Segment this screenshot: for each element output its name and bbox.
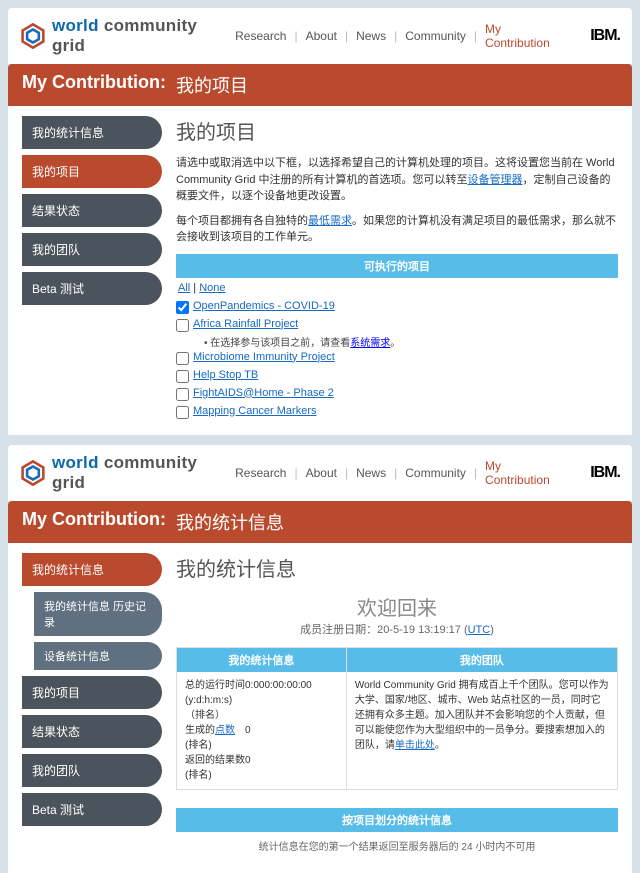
projects-header: 可执行的项目	[176, 254, 618, 278]
intro-para-1: 请选中或取消选中以下框，以选择希望自己的计算机处理的项目。这将设置您当前在 Wo…	[176, 155, 618, 205]
main-heading: 我的项目	[176, 116, 618, 145]
sys-req-link[interactable]: 系统需求	[350, 338, 390, 349]
logo-text: world community grid	[52, 16, 235, 56]
project-note: • 在选择参与该项目之前，请查看系统需求。	[176, 334, 618, 349]
footer-note: 统计信息在您的第一个结果返回至服务器后的 24 小时内不可用	[176, 832, 618, 859]
project-checkbox[interactable]	[176, 388, 189, 401]
title-text: 我的项目	[176, 72, 248, 98]
nav-news[interactable]: News	[356, 466, 386, 480]
sidebar-item[interactable]: 我的统计信息	[22, 553, 162, 586]
nav-my-contribution[interactable]: My Contribution	[485, 459, 568, 487]
sidebar: 我的统计信息我的项目结果状态我的团队 Beta 测试	[22, 116, 162, 421]
page-title-bar: My Contribution: 我的项目	[8, 64, 632, 106]
title-text: 我的统计信息	[176, 509, 284, 535]
project-link[interactable]: Help Stop TB	[193, 369, 258, 381]
ibm-logo: IBM.	[590, 27, 620, 45]
search-teams-link[interactable]: 单击此处	[395, 740, 435, 751]
stat-link[interactable]: 点数	[215, 725, 235, 736]
logo[interactable]: world community grid	[20, 453, 235, 493]
nav-research[interactable]: Research	[235, 29, 286, 43]
sidebar-item[interactable]: 我的项目	[22, 155, 162, 188]
project-row: OpenPandemics - COVID-19	[176, 298, 618, 316]
logo-icon	[20, 23, 46, 49]
sidebar-item[interactable]: 我的统计信息 历史记录	[34, 592, 162, 636]
nav-research[interactable]: Research	[235, 466, 286, 480]
device-manager-link[interactable]: 设备管理器	[468, 174, 523, 186]
stat-row: （排名）	[185, 708, 338, 723]
project-checkbox[interactable]	[176, 301, 189, 314]
main-heading: 我的统计信息	[176, 553, 618, 582]
project-row: Mapping Cancer Markers	[176, 403, 618, 421]
my-team-header: 我的团队	[347, 648, 617, 672]
sidebar-item[interactable]: 我的项目	[22, 676, 162, 709]
intro-para-2: 每个项目都拥有各自独特的最低需求。如果您的计算机没有满足项目的最低需求，那么就不…	[176, 213, 618, 246]
ibm-logo: IBM.	[590, 464, 620, 482]
my-stats-header: 我的统计信息	[177, 648, 346, 672]
sidebar-item[interactable]: 我的团队	[22, 233, 162, 266]
stat-row: 生成的点数 (排名)0	[185, 723, 338, 753]
nav-my-contribution[interactable]: My Contribution	[485, 22, 568, 50]
project-row: FightAIDS@Home - Phase 2	[176, 385, 618, 403]
project-row: Microbiome Immunity Project	[176, 349, 618, 367]
logo-text: world community grid	[52, 453, 235, 493]
nav-news[interactable]: News	[356, 29, 386, 43]
per-project-stats-header: 按项目划分的统计信息	[176, 808, 618, 832]
nav-community[interactable]: Community	[405, 466, 466, 480]
sidebar-item[interactable]: Beta 测试	[22, 272, 162, 305]
project-checkbox[interactable]	[176, 352, 189, 365]
project-row: Africa Rainfall Project	[176, 316, 618, 334]
my-team-body: World Community Grid 拥有成百上千个团队。您可以作为大学、国…	[347, 672, 617, 759]
nav-about[interactable]: About	[306, 29, 337, 43]
min-req-link[interactable]: 最低需求	[308, 215, 352, 227]
sidebar: 我的统计信息我的统计信息 历史记录设备统计信息我的项目结果状态我的团队 Beta …	[22, 553, 162, 859]
title-prefix: My Contribution:	[22, 72, 166, 98]
main-nav: Research|About|News|Community|My Contrib…	[235, 459, 620, 487]
project-link[interactable]: Mapping Cancer Markers	[193, 405, 317, 417]
logo[interactable]: world community grid	[20, 16, 235, 56]
project-list: OpenPandemics - COVID-19 Africa Rainfall …	[176, 298, 618, 421]
project-checkbox[interactable]	[176, 370, 189, 383]
project-checkbox[interactable]	[176, 406, 189, 419]
project-link[interactable]: Africa Rainfall Project	[193, 318, 298, 330]
nav-community[interactable]: Community	[405, 29, 466, 43]
project-link[interactable]: OpenPandemics - COVID-19	[193, 300, 335, 312]
sidebar-item[interactable]: 结果状态	[22, 194, 162, 227]
project-checkbox[interactable]	[176, 319, 189, 332]
sidebar-item[interactable]: 结果状态	[22, 715, 162, 748]
page-title-bar: My Contribution: 我的统计信息	[8, 501, 632, 543]
filter-links: All | None	[176, 278, 618, 298]
my-stats-body: 总的运行时间 (y:d:h:m:s)0:000:00:00:00（排名）生成的点…	[177, 672, 346, 789]
stat-row: 返回的结果数 (排名)0	[185, 753, 338, 783]
title-prefix: My Contribution:	[22, 509, 166, 535]
sidebar-item[interactable]: Beta 测试	[22, 793, 162, 826]
sidebar-item[interactable]: 我的团队	[22, 754, 162, 787]
sidebar-item[interactable]: 我的统计信息	[22, 116, 162, 149]
filter-none[interactable]: None	[199, 282, 225, 294]
utc-link[interactable]: UTC	[468, 624, 491, 636]
project-link[interactable]: FightAIDS@Home - Phase 2	[193, 387, 334, 399]
logo-icon	[20, 460, 46, 486]
main-nav: Research|About|News|Community|My Contrib…	[235, 22, 620, 50]
welcome-block: 欢迎回来 成员注册日期：20-5-19 13:19:17 (UTC)	[176, 592, 618, 637]
project-row: Help Stop TB	[176, 367, 618, 385]
sidebar-item[interactable]: 设备统计信息	[34, 642, 162, 670]
stat-row: 总的运行时间 (y:d:h:m:s)0:000:00:00:00	[185, 678, 338, 708]
project-link[interactable]: Microbiome Immunity Project	[193, 351, 335, 363]
nav-about[interactable]: About	[306, 466, 337, 480]
filter-all[interactable]: All	[178, 282, 190, 294]
